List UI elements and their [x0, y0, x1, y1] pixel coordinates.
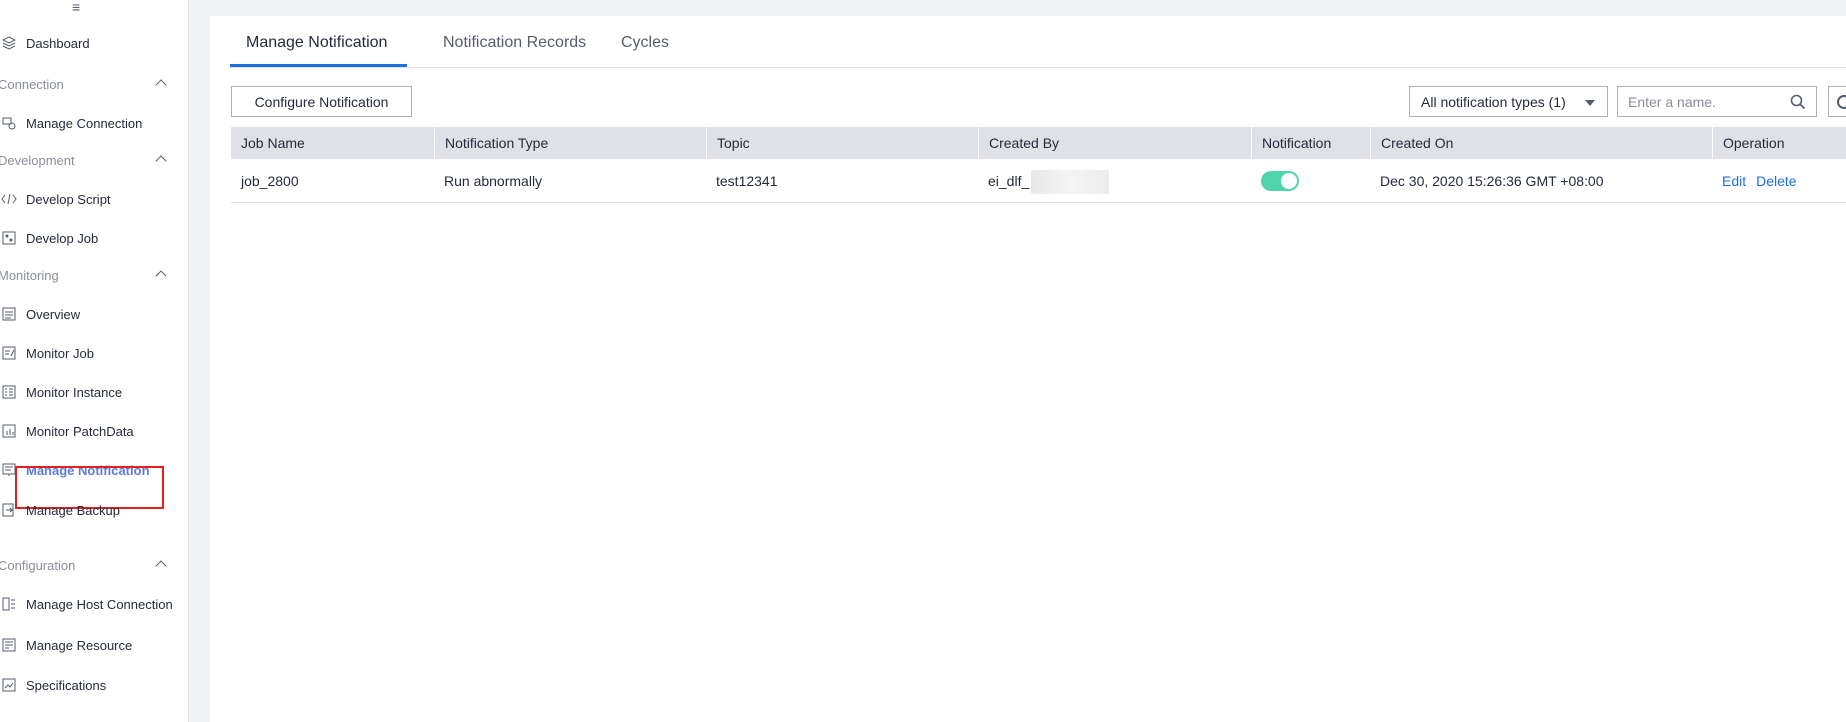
sidebar-item-label: Monitor PatchData [26, 423, 134, 439]
group-connection[interactable]: Connection [0, 74, 189, 94]
caret-down-icon [1585, 100, 1595, 106]
sidebar-item-manage-connection[interactable]: Manage Connection [0, 111, 189, 135]
cell-operation: Edit Delete [1712, 159, 1807, 203]
menu-collapse-icon[interactable]: ≡ [72, 0, 80, 14]
header-job-name: Job Name [241, 135, 305, 151]
notification-type-select[interactable]: All notification types (1) [1409, 86, 1608, 117]
sidebar-item-label: Monitor Job [26, 345, 94, 361]
cell-job-name: job_2800 [241, 173, 299, 189]
sidebar-item-manage-host-connection[interactable]: Manage Host Connection [0, 592, 189, 616]
line-chart-icon [0, 677, 18, 693]
tab-notification-records[interactable]: Notification Records [443, 34, 586, 52]
cell-created-by: ei_dlf_ [978, 159, 1110, 203]
search-input[interactable] [1628, 93, 1788, 110]
table-header: Job Name Notification Type Topic Created… [231, 127, 1846, 159]
active-tab-indicator [230, 64, 407, 67]
created-by-text: ei_dlf_ [988, 173, 1030, 189]
sidebar-item-monitor-job[interactable]: Monitor Job [0, 341, 189, 365]
search-icon[interactable] [1790, 94, 1806, 110]
toggle-knob [1281, 173, 1297, 189]
sidebar-item-manage-resource[interactable]: Manage Resource [0, 633, 189, 657]
monitor-job-icon [0, 345, 18, 361]
list-icon [0, 306, 18, 322]
group-label: Configuration [0, 557, 76, 573]
layers-icon [0, 35, 18, 51]
header-operation: Operation [1712, 127, 1846, 159]
configure-notification-button[interactable]: Configure Notification [231, 86, 412, 117]
cell-topic: test12341 [716, 173, 778, 189]
header-notification-type: Notification Type [434, 127, 706, 159]
bar-chart-icon [0, 423, 18, 439]
chevron-up-icon [155, 155, 167, 167]
chevron-up-icon [155, 270, 167, 282]
tab-bar: Manage Notification Notification Records… [230, 16, 1846, 68]
notification-toggle[interactable] [1261, 171, 1299, 191]
sidebar-item-manage-backup[interactable]: Manage Backup [0, 498, 189, 522]
sidebar-item-develop-script[interactable]: Develop Script [0, 187, 189, 211]
sidebar-item-label: Manage Resource [26, 637, 133, 653]
host-icon [0, 596, 18, 612]
main-panel: Manage Notification Notification Records… [210, 16, 1846, 722]
backup-icon [0, 502, 18, 518]
group-label: Development [0, 152, 75, 168]
notification-table: Job Name Notification Type Topic Created… [231, 127, 1846, 203]
sidebar-item-overview[interactable]: Overview [0, 302, 189, 326]
tab-manage-notification[interactable]: Manage Notification [246, 34, 387, 52]
chevron-up-icon [155, 79, 167, 91]
sidebar-item-label: Develop Job [26, 230, 99, 246]
header-created-on: Created On [1370, 127, 1712, 159]
edit-link[interactable]: Edit [1722, 173, 1746, 189]
notification-type-value: All notification types (1) [1421, 93, 1566, 110]
tab-cycles[interactable]: Cycles [621, 34, 669, 52]
sidebar-item-label: Develop Script [26, 191, 111, 207]
resource-icon [0, 637, 18, 653]
sidebar: ≡ Dashboard Connection Manage Connection… [0, 0, 189, 722]
table-row: job_2800 Run abnormally test12341 ei_dlf… [231, 159, 1846, 203]
group-label: Connection [0, 76, 64, 92]
instance-list-icon [0, 384, 18, 400]
cell-notification [1251, 159, 1370, 203]
header-created-by: Created By [978, 127, 1251, 159]
sidebar-item-label: Dashboard [26, 35, 90, 51]
sidebar-item-develop-job[interactable]: Develop Job [0, 226, 189, 250]
refresh-icon [1837, 95, 1846, 109]
sidebar-item-dashboard[interactable]: Dashboard [0, 31, 189, 55]
sidebar-item-specifications[interactable]: Specifications [0, 673, 189, 697]
sidebar-item-monitor-instance[interactable]: Monitor Instance [0, 380, 189, 404]
sidebar-item-label: Monitor Instance [26, 384, 123, 400]
sidebar-item-monitor-patchdata[interactable]: Monitor PatchData [0, 419, 189, 443]
code-icon [0, 191, 18, 207]
header-notification: Notification [1251, 127, 1370, 159]
sidebar-item-label: Manage Host Connection [26, 596, 173, 612]
chevron-up-icon [155, 560, 167, 572]
search-box [1617, 86, 1817, 117]
delete-link[interactable]: Delete [1756, 173, 1796, 189]
sidebar-item-label: Specifications [26, 677, 107, 693]
connection-icon [0, 115, 18, 131]
workflow-icon [0, 230, 18, 246]
group-label: Monitoring [0, 267, 59, 283]
sidebar-item-label: Manage Backup [26, 502, 120, 518]
sidebar-item-label: Overview [26, 306, 81, 322]
header-topic: Topic [706, 127, 978, 159]
group-development[interactable]: Development [0, 150, 189, 170]
group-monitoring[interactable]: Monitoring [0, 265, 189, 285]
cell-notification-type: Run abnormally [444, 173, 543, 189]
refresh-button[interactable] [1828, 86, 1846, 117]
sidebar-item-label: Manage Connection [26, 115, 143, 131]
redacted-blur [1031, 170, 1110, 195]
cell-created-on: Dec 30, 2020 15:26:36 GMT +08:00 [1380, 173, 1604, 189]
group-configuration[interactable]: Configuration [0, 555, 189, 575]
